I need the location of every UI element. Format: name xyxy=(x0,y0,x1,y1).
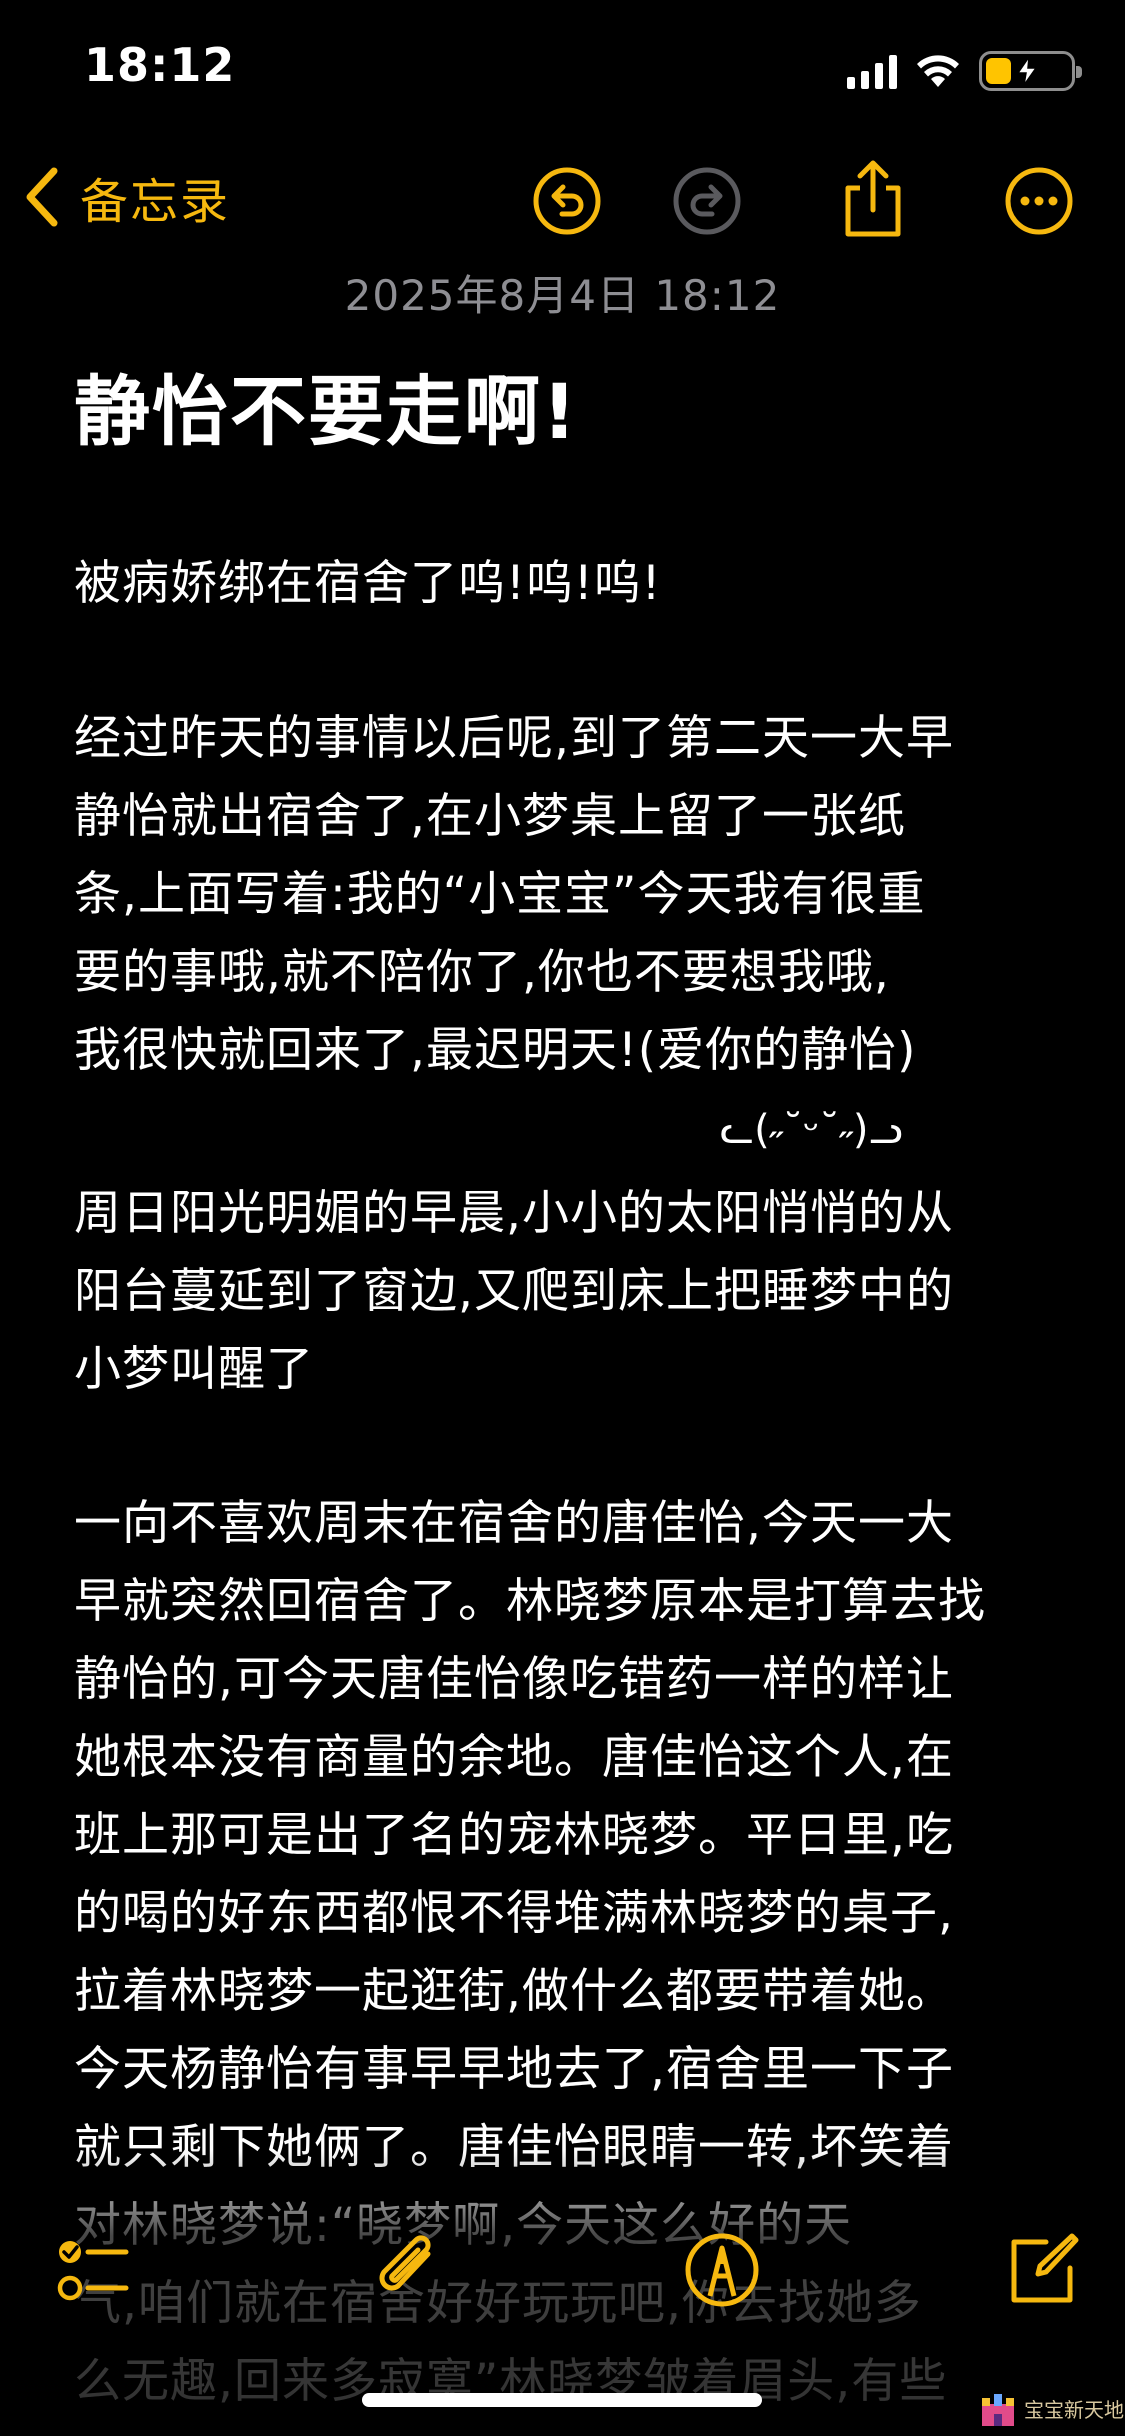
note-paragraph: 经过昨天的事情以后呢,到了第二天一大早 静怡就出宿舍了,在小梦桌上留了一张纸 条,上… xyxy=(74,700,1064,1090)
note-line: 小梦叫醒了 xyxy=(74,1342,314,1397)
note-line: 静怡就出宿舍了,在小梦桌上留了一张纸 xyxy=(74,789,906,844)
note-line: 静怡的,可今天唐佳怡像吃错药一样的样让 xyxy=(74,1652,954,1707)
cellular-signal-icon xyxy=(847,53,897,89)
note-date: 2025年8月4日 18:12 xyxy=(344,271,781,320)
note-line: 的喝的好东西都恨不得堆满林晓梦的桌子, xyxy=(74,1886,954,1941)
note-paragraph: 周日阳光明媚的早晨,小小的太阳悄悄的从 阳台蔓延到了窗边,又爬到床上把睡梦中的 小梦… xyxy=(74,1175,1064,1409)
note-kaomoji: ᓚ(˶˘ᵕ˘˶)ᓗ xyxy=(720,1107,903,1153)
navigation-bar: 备忘录 xyxy=(0,150,1125,250)
share-icon[interactable] xyxy=(838,158,908,238)
status-time: 18:12 xyxy=(84,38,236,92)
note-line: 被病娇绑在宿舍了呜!呜!呜! xyxy=(74,556,662,611)
watermark: 宝宝新天地 xyxy=(978,2388,1124,2428)
chevron-left-icon xyxy=(26,167,58,227)
note-title[interactable]: 静怡不要走啊! xyxy=(74,350,579,460)
note-line: 一向不喜欢周末在宿舍的唐佳怡,今天一大 xyxy=(74,1496,954,1551)
note-line: 阳台蔓延到了窗边,又爬到床上把睡梦中的 xyxy=(74,1264,954,1319)
checklist-icon[interactable] xyxy=(52,2230,132,2310)
note-line: 经过昨天的事情以后呢,到了第二天一大早 xyxy=(74,711,954,766)
note-line: 条,上面写着:我的“小宝宝”今天我有很重 xyxy=(74,867,926,922)
note-line: 拉着林晓梦一起逛街,做什么都要带着她。 xyxy=(74,1964,954,2019)
watermark-text: 宝宝新天地 xyxy=(1024,2397,1124,2422)
note-line: 我很快就回来了,最迟明天!(爱你的静怡) xyxy=(74,1023,917,1078)
redo-icon[interactable] xyxy=(672,166,742,236)
status-bar: 18:12 xyxy=(0,0,1125,130)
bottom-toolbar xyxy=(0,2220,1125,2330)
wifi-icon xyxy=(917,55,959,87)
note-line: 班上那可是出了名的宠林晓梦。平日里,吃 xyxy=(74,1808,954,1863)
charging-bolt-icon xyxy=(1016,56,1038,86)
castle-logo-icon xyxy=(982,2394,1014,2426)
battery-icon xyxy=(979,51,1082,91)
compose-icon[interactable] xyxy=(1002,2230,1082,2310)
note-line: 她根本没有商量的余地。唐佳怡这个人,在 xyxy=(74,1730,954,1785)
note-line: 早就突然回宿舍了。林晓梦原本是打算去找 xyxy=(74,1574,986,1629)
note-line: 周日阳光明媚的早晨,小小的太阳悄悄的从 xyxy=(74,1186,954,1241)
note-line: 要的事哦,就不陪你了,你也不要想我哦, xyxy=(74,945,890,1000)
note-paragraph: 被病娇绑在宿舍了呜!呜!呜! xyxy=(74,545,1064,623)
markup-pen-icon[interactable] xyxy=(682,2230,762,2310)
back-button-label: 备忘录 xyxy=(80,174,231,230)
paperclip-icon[interactable] xyxy=(368,2230,448,2310)
home-indicator[interactable] xyxy=(362,2393,762,2407)
more-icon[interactable] xyxy=(1004,166,1074,236)
status-icons xyxy=(847,46,1082,96)
undo-icon[interactable] xyxy=(532,166,602,236)
note-line: 今天杨静怡有事早早地去了,宿舍里一下子 xyxy=(74,2042,954,2097)
back-button[interactable]: 备忘录 xyxy=(22,162,230,232)
